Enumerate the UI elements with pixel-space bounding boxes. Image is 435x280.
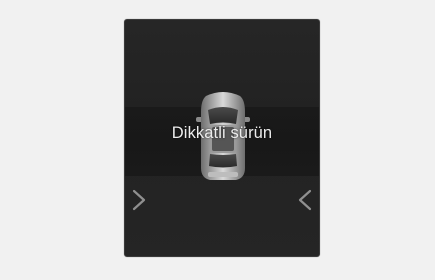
chevron-right-icon — [132, 189, 146, 211]
warning-message: Dikkatli sürün — [171, 124, 273, 142]
chevron-left-icon — [298, 189, 312, 211]
cluster-display: Dikkatli sürün — [124, 19, 320, 257]
